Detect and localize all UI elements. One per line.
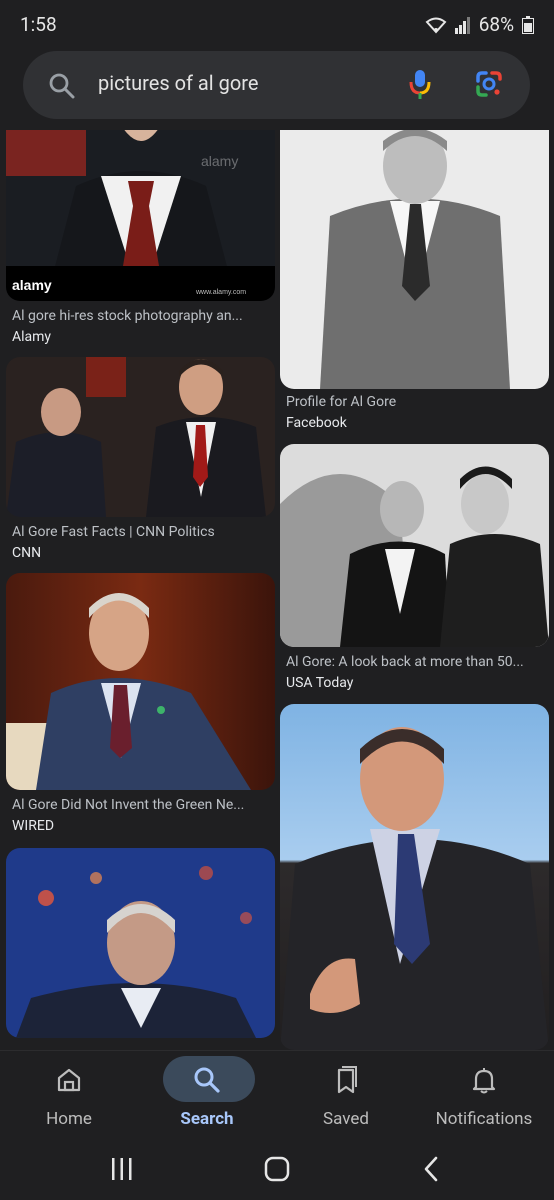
result-tile-cnn[interactable]: Al Gore Fast Facts | CNN Politics CNN — [6, 357, 275, 567]
nav-search[interactable]: Search — [138, 1051, 276, 1139]
result-image[interactable] — [6, 848, 275, 1038]
result-title[interactable]: Al gore hi-res stock photography an... — [12, 308, 274, 324]
result-image[interactable] — [280, 704, 549, 1050]
result-image[interactable]: alamy www.alamy.com alamy — [6, 130, 275, 301]
battery-level: 68% — [478, 13, 514, 36]
search-icon[interactable] — [49, 73, 75, 103]
system-navigation-bar — [0, 1138, 554, 1200]
bell-icon — [469, 1065, 499, 1099]
result-image[interactable] — [280, 130, 549, 389]
search-input[interactable]: pictures of al gore — [98, 71, 258, 95]
wifi-icon — [425, 16, 447, 34]
result-source: USA Today — [286, 675, 354, 691]
svg-text:alamy: alamy — [201, 153, 238, 169]
result-source: WIRED — [12, 818, 54, 834]
result-tile-7[interactable] — [6, 848, 275, 1050]
result-image[interactable] — [6, 573, 275, 790]
back-icon[interactable] — [422, 1156, 440, 1186]
result-title[interactable]: Al Gore: A look back at more than 50... — [286, 654, 548, 670]
nav-home-label: Home — [46, 1109, 92, 1129]
result-image[interactable] — [6, 357, 275, 517]
alamy-site: www.alamy.com — [195, 289, 246, 296]
nav-home[interactable]: Home — [0, 1051, 138, 1139]
alamy-watermark: alamy — [12, 277, 52, 293]
battery-icon — [522, 15, 534, 34]
result-tile-usatoday[interactable]: Al Gore: A look back at more than 50... … — [280, 444, 549, 694]
image-results-grid: alamy www.alamy.com alamy Al gore hi-res… — [0, 130, 554, 1050]
search-icon — [192, 1065, 222, 1099]
google-lens-icon[interactable] — [475, 70, 503, 102]
result-source: Facebook — [286, 415, 347, 431]
result-tile-wired[interactable]: Al Gore Did Not Invent the Green Ne... W… — [6, 573, 275, 838]
nav-search-label: Search — [180, 1109, 234, 1129]
result-source: CNN — [12, 545, 42, 561]
result-title[interactable]: Profile for Al Gore — [286, 394, 548, 410]
bottom-navigation: Home Search Saved Notifications — [0, 1050, 554, 1139]
home-icon — [54, 1065, 84, 1099]
result-title[interactable]: Al Gore Fast Facts | CNN Politics — [12, 524, 274, 540]
microphone-icon[interactable] — [409, 68, 431, 106]
search-bar[interactable]: pictures of al gore — [23, 51, 530, 119]
result-tile-6[interactable] — [280, 704, 549, 1050]
nav-notifications-label: Notifications — [435, 1109, 533, 1129]
result-tile-facebook[interactable]: Profile for Al Gore Facebook — [280, 130, 549, 435]
result-tile-alamy[interactable]: alamy www.alamy.com alamy Al gore hi-res… — [6, 130, 275, 350]
nav-notifications[interactable]: Notifications — [415, 1051, 553, 1139]
nav-saved-label: Saved — [323, 1109, 369, 1129]
recent-apps-icon[interactable] — [110, 1156, 134, 1186]
nav-saved[interactable]: Saved — [277, 1051, 415, 1139]
bookmarks-icon — [331, 1065, 361, 1099]
signal-icon — [454, 16, 471, 34]
result-source: Alamy — [12, 329, 52, 345]
result-image[interactable] — [280, 444, 549, 647]
result-title[interactable]: Al Gore Did Not Invent the Green Ne... — [12, 797, 274, 813]
status-time: 1:58 — [20, 13, 57, 36]
status-bar: 1:58 68% — [0, 0, 554, 50]
home-button-icon[interactable] — [264, 1156, 290, 1186]
